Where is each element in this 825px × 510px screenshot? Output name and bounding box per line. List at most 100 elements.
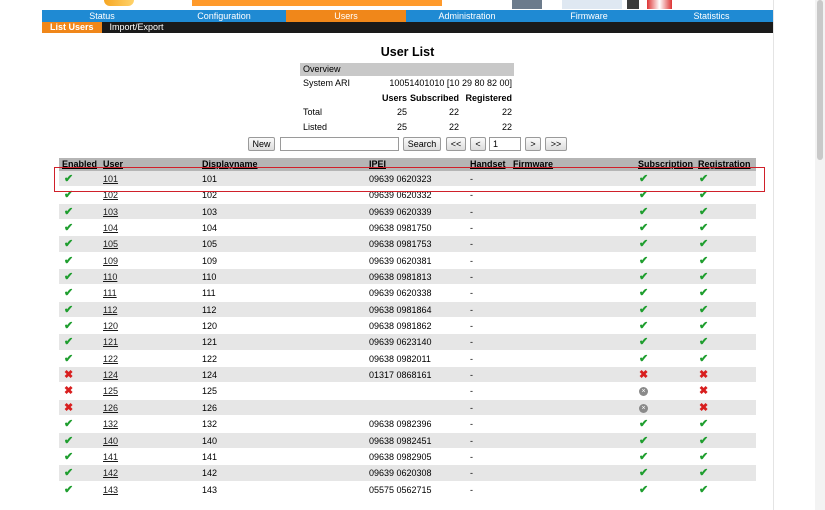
table-row: ✔ 112 112 09638 0981864 - ✔ ✔ (59, 301, 756, 319)
sub-navigation: List Users Import/Export (42, 22, 773, 33)
enabled-ok-icon: ✔ (64, 254, 74, 267)
user-link[interactable]: 103 (103, 207, 118, 217)
handset-cell: - (470, 468, 473, 479)
displayname-cell: 109 (202, 255, 218, 266)
user-link[interactable]: 132 (103, 419, 118, 429)
table-row: ✖ 125 125 - × ✖ (59, 383, 756, 400)
table-row: ✔ 109 109 09639 0620381 - ✔ ✔ (59, 252, 756, 270)
handset-cell: - (470, 321, 473, 332)
user-link[interactable]: 102 (103, 190, 118, 200)
enabled-ok-icon: ✔ (64, 189, 74, 202)
subscription-ok-icon: ✔ (639, 222, 649, 235)
registration-ok-icon: ✔ (699, 418, 709, 431)
user-link[interactable]: 143 (103, 485, 118, 495)
header-banner (42, 0, 773, 10)
subscription-ok-icon: ✔ (639, 352, 649, 365)
displayname-cell: 105 (202, 239, 218, 250)
tab-administration[interactable]: Administration (406, 10, 528, 22)
user-link[interactable]: 105 (103, 239, 118, 249)
overview-total-row: Total 25 22 22 (300, 105, 514, 120)
header-user[interactable]: User (103, 159, 123, 169)
header-displayname[interactable]: Displayname (202, 159, 258, 169)
displayname-cell: 125 (202, 386, 218, 397)
search-button[interactable]: Search (403, 137, 441, 151)
tab-status[interactable]: Status (42, 10, 162, 22)
table-row: ✔ 122 122 09638 0982011 - ✔ ✔ (59, 350, 756, 368)
enabled-ok-icon: ✔ (64, 467, 74, 480)
user-link[interactable]: 101 (103, 174, 118, 184)
handset-cell: - (470, 353, 473, 364)
ipei-cell: 09638 0982905 (369, 451, 432, 462)
user-link[interactable]: 120 (103, 321, 118, 331)
registration-ok-icon: ✔ (699, 271, 709, 284)
handset-cell: - (470, 223, 473, 234)
prev-page-button[interactable]: < (470, 137, 486, 151)
user-link[interactable]: 112 (103, 305, 117, 315)
user-table-body: ✔ 101 101 09639 0620323 - ✔ ✔ ✔ 102 102 09639 0620… (59, 171, 756, 498)
total-label: Total (303, 107, 323, 117)
user-link[interactable]: 110 (103, 272, 117, 282)
enabled-ok-icon: ✔ (64, 418, 74, 431)
page-number-input[interactable]: 1 (489, 137, 521, 151)
subtab-list-users[interactable]: List Users (42, 22, 102, 33)
header-subscription[interactable]: Subscription (638, 159, 693, 169)
last-page-button[interactable]: >> (545, 137, 567, 151)
header-ipei[interactable]: IPEI (369, 159, 386, 169)
header-handset[interactable]: Handset (470, 159, 506, 169)
user-link[interactable]: 109 (103, 256, 118, 266)
next-page-button[interactable]: > (525, 137, 541, 151)
header-firmware[interactable]: Firmware (513, 159, 553, 169)
user-link[interactable]: 104 (103, 223, 118, 233)
table-row: ✔ 141 141 09638 0982905 - ✔ ✔ (59, 448, 756, 466)
user-link[interactable]: 121 (103, 337, 118, 347)
registration-ok-icon: ✔ (699, 205, 709, 218)
subscription-ok-icon: ✔ (639, 303, 649, 316)
registration-ok-icon: ✔ (699, 254, 709, 267)
overview-header: Overview (300, 63, 514, 76)
listed-subscribed: 22 (448, 121, 459, 132)
handset-cell: - (470, 304, 473, 315)
enabled-ok-icon: ✔ (64, 434, 74, 447)
user-link[interactable]: 111 (103, 288, 117, 298)
header-registration[interactable]: Registration (698, 159, 751, 169)
subscription-ok-icon: ✔ (639, 205, 649, 218)
displayname-cell: 142 (202, 468, 218, 479)
tab-firmware[interactable]: Firmware (528, 10, 650, 22)
enabled-bad-icon: ✖ (64, 385, 74, 398)
tab-configuration[interactable]: Configuration (162, 10, 286, 22)
table-row: ✖ 124 124 01317 0868161 - ✖ ✖ (59, 367, 756, 384)
subscription-ok-icon: ✔ (639, 418, 649, 431)
table-row: ✔ 105 105 09638 0981753 - ✔ ✔ (59, 236, 756, 253)
handset-cell: - (470, 272, 473, 283)
user-link[interactable]: 122 (103, 354, 118, 364)
tab-statistics[interactable]: Statistics (650, 10, 773, 22)
user-link[interactable]: 141 (103, 452, 118, 462)
registration-ok-icon: ✔ (699, 189, 709, 202)
user-link[interactable]: 140 (103, 436, 118, 446)
first-page-button[interactable]: << (446, 137, 466, 151)
scrollbar-thumb[interactable] (817, 0, 823, 160)
overview-column-headers: Users Subscribed Registered (300, 91, 514, 106)
registration-ok-icon: ✔ (699, 352, 709, 365)
user-table-header: Enabled User Displayname IPEI Handset Fi… (59, 158, 756, 171)
displayname-cell: 141 (202, 451, 218, 462)
search-input[interactable] (280, 137, 399, 151)
user-link[interactable]: 125 (103, 386, 118, 396)
user-link[interactable]: 126 (103, 403, 118, 413)
enabled-ok-icon: ✔ (64, 205, 74, 218)
overview-ari-row: System ARI 10051401010 [10 29 80 82 00] (300, 76, 514, 91)
ipei-cell: 09639 0620381 (369, 255, 432, 266)
registration-bad-icon: ✖ (699, 385, 709, 398)
new-button[interactable]: New (248, 137, 275, 151)
ari-label: System ARI (303, 78, 351, 88)
user-link[interactable]: 142 (103, 468, 118, 478)
header-enabled[interactable]: Enabled (62, 159, 97, 169)
flag-image (647, 0, 672, 9)
subscription-na-icon: × (639, 387, 648, 397)
tab-users[interactable]: Users (286, 10, 406, 22)
registration-ok-icon: ✔ (699, 467, 709, 480)
subtab-import-export[interactable]: Import/Export (102, 22, 172, 33)
user-link[interactable]: 124 (103, 370, 118, 380)
ipei-cell: 09638 0981753 (369, 239, 432, 250)
page-content: Status Configuration Users Administratio… (42, 0, 773, 510)
